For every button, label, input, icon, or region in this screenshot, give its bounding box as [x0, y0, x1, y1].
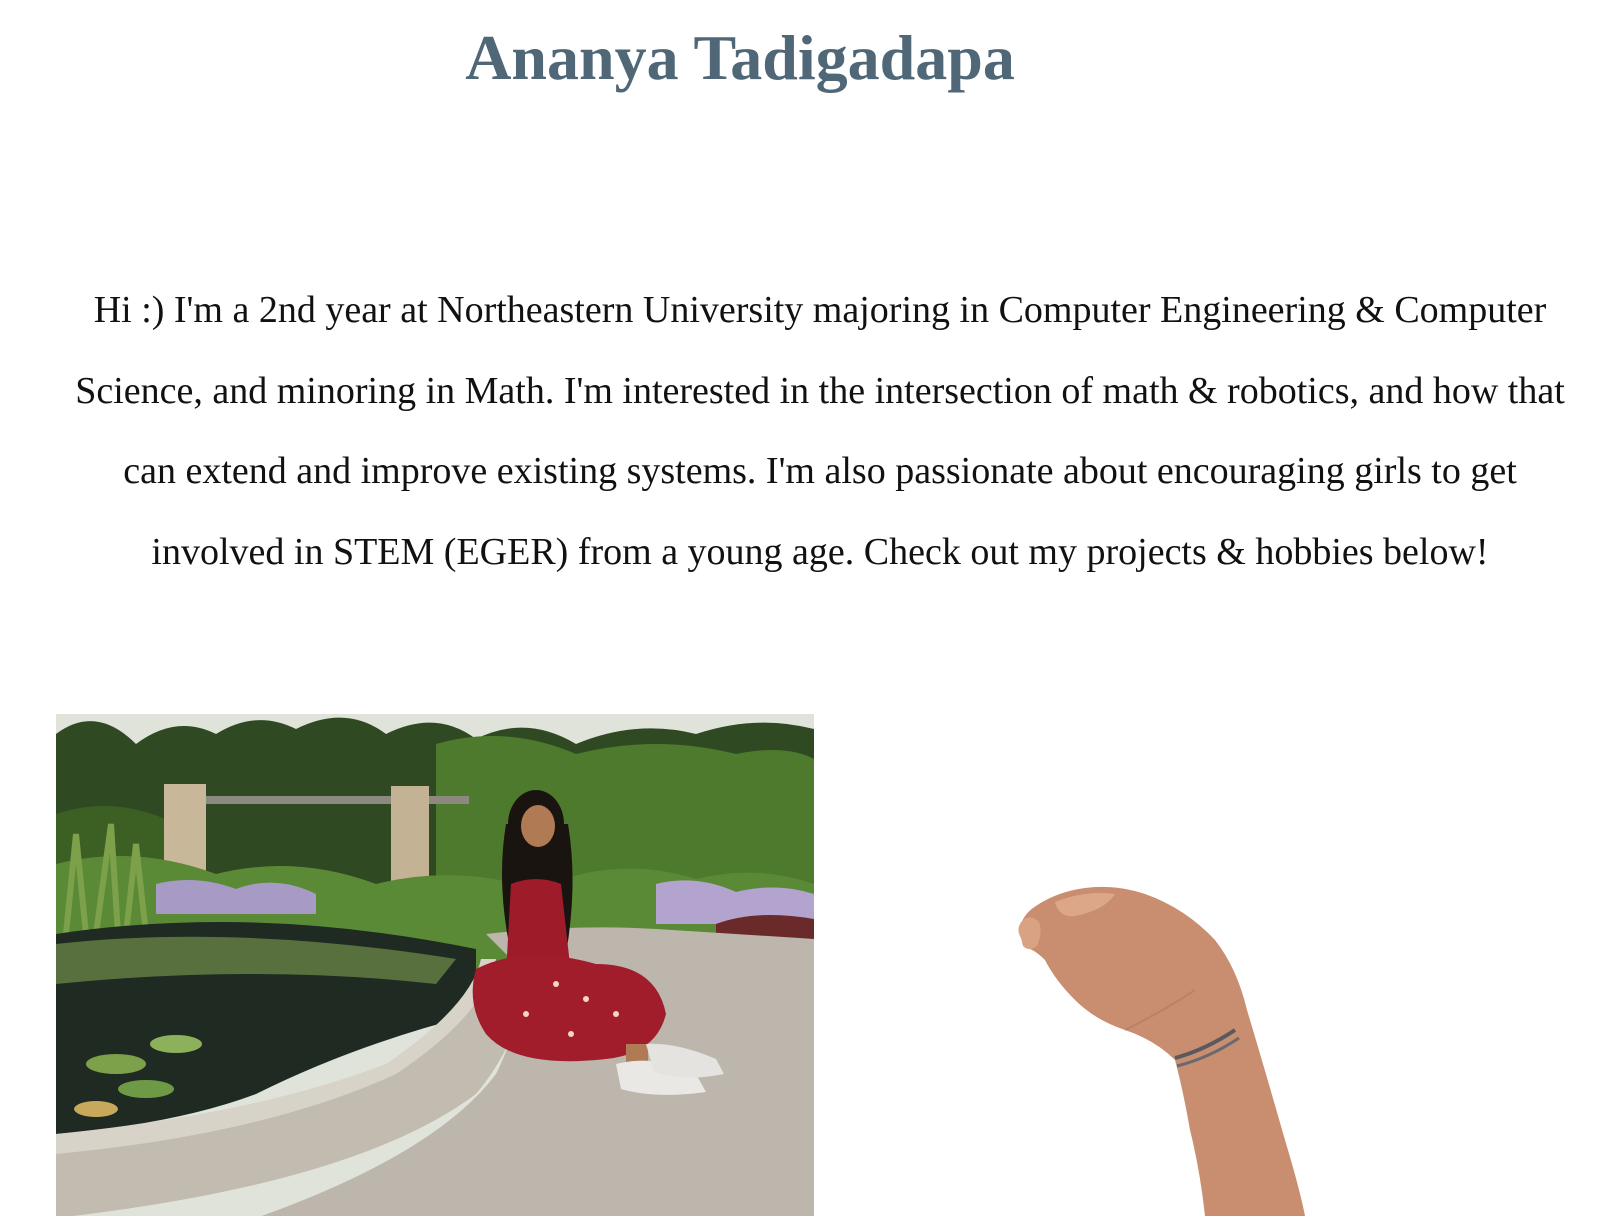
- page-title: Ananya Tadigadapa: [465, 22, 1015, 93]
- hand-image: [1015, 880, 1345, 1216]
- portrait-photo: [56, 714, 814, 1216]
- intro-paragraph: Hi :) I'm a 2nd year at Northeastern Uni…: [75, 289, 1565, 573]
